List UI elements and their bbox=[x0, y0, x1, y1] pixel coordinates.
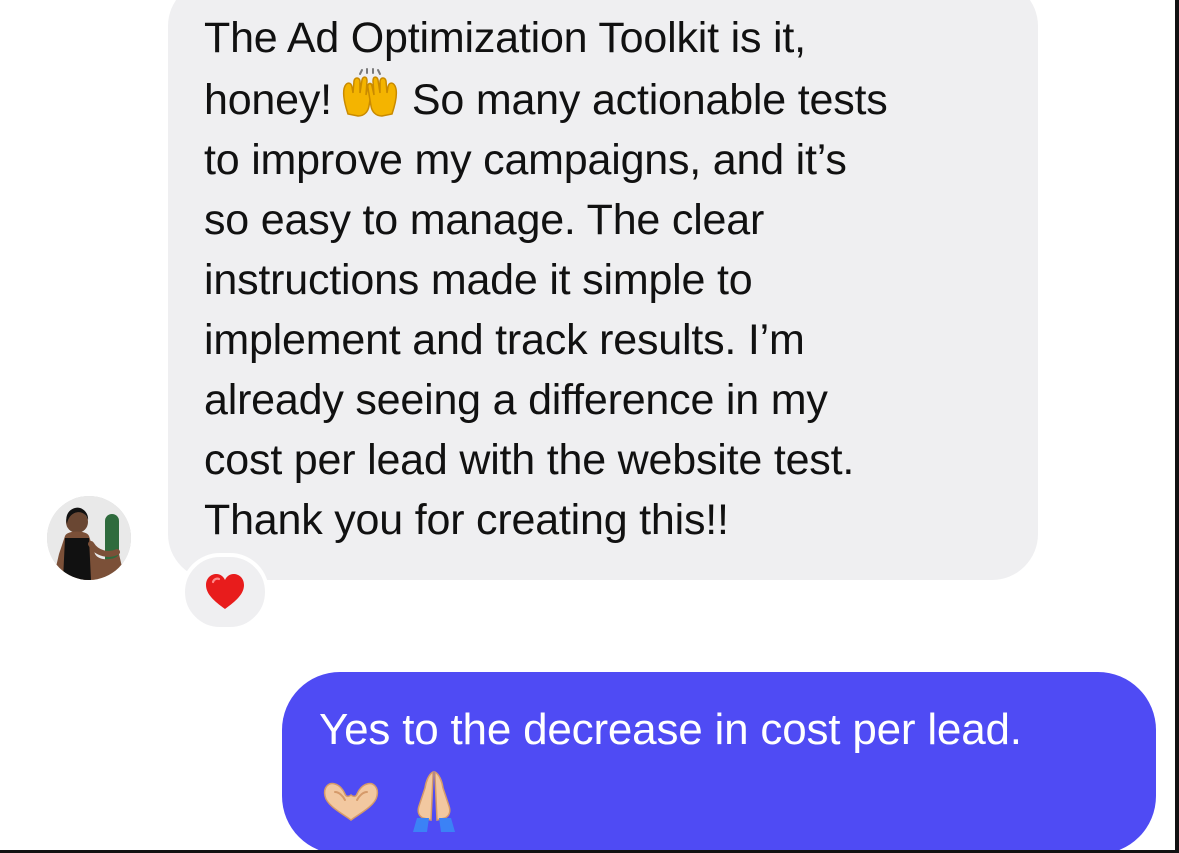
outgoing-message-bubble[interactable]: Yes to the decrease in cost per lead. bbox=[282, 672, 1156, 853]
raising-hands-icon bbox=[338, 68, 402, 120]
contact-avatar[interactable] bbox=[47, 496, 131, 580]
incoming-message-bubble[interactable]: The Ad Optimization Toolkit is it, honey… bbox=[168, 0, 1038, 580]
right-edge-divider bbox=[1175, 0, 1179, 853]
outgoing-message-text: Yes to the decrease in cost per lead. bbox=[319, 705, 1022, 754]
outgoing-emoji-row bbox=[319, 768, 1126, 834]
incoming-message-text: The Ad Optimization Toolkit is it, honey… bbox=[204, 8, 1004, 550]
heart-hands-icon bbox=[323, 782, 379, 821]
folded-hands-icon bbox=[413, 770, 455, 832]
red-heart-icon bbox=[206, 574, 244, 609]
incoming-message-text-part2: So many actionable tests to improve my c… bbox=[204, 76, 888, 544]
reaction-badge[interactable] bbox=[181, 553, 269, 631]
chat-screen: The Ad Optimization Toolkit is it, honey… bbox=[0, 0, 1179, 853]
